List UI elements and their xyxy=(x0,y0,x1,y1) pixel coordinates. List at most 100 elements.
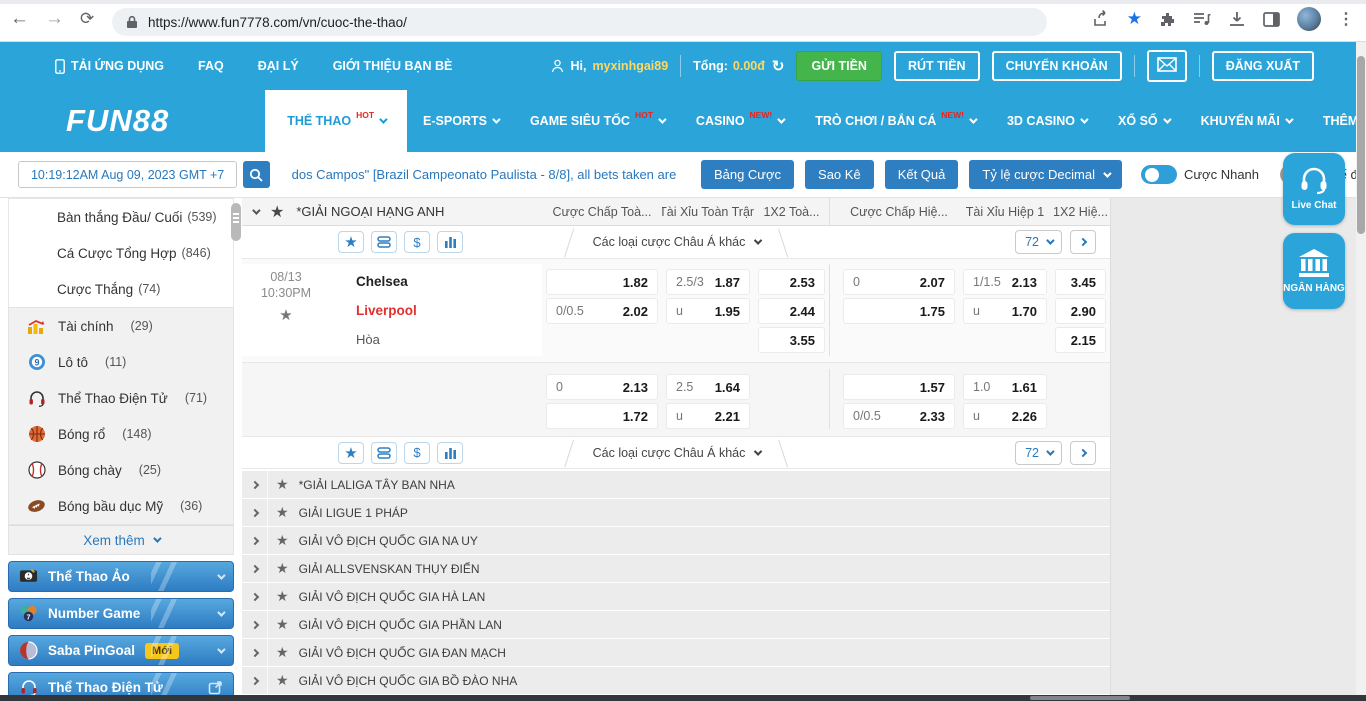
sidebar-scrollbar[interactable] xyxy=(231,203,241,241)
expand-chevron-icon[interactable] xyxy=(242,639,268,666)
odds-cell[interactable]: u2.26 xyxy=(963,403,1047,429)
bank-button[interactable]: NGÂN HÀNG xyxy=(1283,233,1345,309)
horizontal-scrollbar-thumb[interactable] xyxy=(1030,696,1130,700)
live-chat-button[interactable]: Live Chat xyxy=(1283,153,1345,225)
refer-friend-link[interactable]: GIỚI THIỆU BẠN BÈ xyxy=(333,59,453,73)
league-row[interactable]: ★ GIẢI ALLSVENSKAN THỤY ĐIỂN xyxy=(242,555,1110,582)
tab-esports[interactable]: E-SPORTS xyxy=(407,90,514,152)
faq-link[interactable]: FAQ xyxy=(198,59,224,73)
fun88-logo[interactable]: FUN88 xyxy=(66,103,169,139)
browser-back-icon[interactable]: ← xyxy=(10,8,29,30)
league-star-icon[interactable]: ★ xyxy=(276,560,289,577)
odds-cell[interactable]: 2.5/31.87 xyxy=(666,269,750,295)
tab-tro-choi-ban-ca[interactable]: TRÒ CHƠI / BẮN CÁNEW! xyxy=(799,90,991,152)
messages-button[interactable] xyxy=(1147,50,1187,82)
expand-chevron-icon[interactable] xyxy=(242,555,268,582)
sidebar-item-ban-thang-dau-cuoi[interactable]: Bàn thắng Đầu/ Cuối(539) xyxy=(9,199,233,235)
odds-cell[interactable]: u1.95 xyxy=(666,298,750,324)
tab-3d-casino[interactable]: 3D CASINO xyxy=(991,90,1102,152)
home-team[interactable]: Chelsea xyxy=(356,269,542,295)
favorite-star-icon[interactable]: ★ xyxy=(270,202,284,222)
quick-bet-toggle[interactable] xyxy=(1141,165,1177,184)
market-count-dropdown[interactable]: 72 xyxy=(1015,441,1062,465)
stake-view-button[interactable]: $ xyxy=(404,231,430,253)
odds-cell[interactable]: 2.15 xyxy=(1055,327,1106,353)
logout-button[interactable]: ĐĂNG XUẤT xyxy=(1212,51,1314,81)
odds-cell[interactable]: u1.70 xyxy=(963,298,1047,324)
odds-cell[interactable]: 1/1.52.13 xyxy=(963,269,1047,295)
favorites-filter-button[interactable]: ★ xyxy=(338,442,364,464)
browser-forward-icon[interactable]: → xyxy=(45,8,64,30)
agent-link[interactable]: ĐẠI LÝ xyxy=(258,59,299,73)
expand-chevron-icon[interactable] xyxy=(242,527,268,554)
odds-cell[interactable]: 0/0.52.33 xyxy=(843,403,955,429)
expand-chevron-icon[interactable] xyxy=(242,667,268,694)
market-count-dropdown[interactable]: 72 xyxy=(1015,230,1062,254)
league-row[interactable]: ★ GIẢI VÔ ĐỊCH QUỐC GIA HÀ LAN xyxy=(242,583,1110,610)
layers-view-button[interactable] xyxy=(371,442,397,464)
odds-cell[interactable]: 1.75 xyxy=(843,298,955,324)
tab-the-thao[interactable]: THỂ THAOHOT xyxy=(265,90,407,152)
sidebar-item-bong-chay[interactable]: Bóng chày(25) xyxy=(9,452,233,488)
promo-saba-pingoal[interactable]: Saba PinGoal Mới xyxy=(8,635,234,666)
sidebar-item-bong-bau-duc[interactable]: Bóng bầu dục Mỹ(36) xyxy=(9,488,233,524)
stats-button[interactable] xyxy=(437,231,463,253)
bookmark-star-icon[interactable]: ★ xyxy=(1127,9,1142,29)
asian-markets-dropdown[interactable]: Các loại cược Châu Á khác xyxy=(559,226,794,258)
download-app-link[interactable]: TẢI ỨNG DỤNG xyxy=(55,59,164,74)
tab-khuyen-mai[interactable]: KHUYẾN MÃI xyxy=(1185,90,1307,152)
odds-cell[interactable]: 02.07 xyxy=(843,269,955,295)
expand-chevron-icon[interactable] xyxy=(242,471,268,498)
playlist-icon[interactable] xyxy=(1193,11,1211,27)
browser-menu-icon[interactable]: ⋮ xyxy=(1338,9,1354,29)
league-star-icon[interactable]: ★ xyxy=(276,476,289,493)
odds-cell[interactable]: 3.55 xyxy=(758,327,825,353)
league-star-icon[interactable]: ★ xyxy=(276,504,289,521)
transfer-button[interactable]: CHUYỂN KHOẢN xyxy=(992,51,1122,81)
scrollbar-thumb[interactable] xyxy=(1357,56,1365,234)
odds-cell[interactable]: 1.57 xyxy=(843,374,955,400)
withdraw-button[interactable]: RÚT TIỀN xyxy=(894,51,980,81)
window-scrollbar[interactable] xyxy=(1356,42,1366,701)
league-row[interactable]: ★ *GIẢI LALIGA TÂY BAN NHA xyxy=(242,471,1110,498)
refresh-balance-icon[interactable]: ↻ xyxy=(772,57,785,75)
sidebar-item-tai-chinh[interactable]: Tài chính(29) xyxy=(9,308,233,344)
expand-chevron-icon[interactable] xyxy=(242,583,268,610)
odds-cell[interactable]: 02.13 xyxy=(546,374,658,400)
collapse-chevron-icon[interactable] xyxy=(252,206,260,214)
favorites-filter-button[interactable]: ★ xyxy=(338,231,364,253)
odds-cell[interactable]: 2.90 xyxy=(1055,298,1106,324)
league-star-icon[interactable]: ★ xyxy=(276,532,289,549)
statement-button[interactable]: Sao Kê xyxy=(805,160,874,189)
bet-slip-button[interactable]: Bảng Cược xyxy=(701,160,794,189)
asian-markets-dropdown[interactable]: Các loại cược Châu Á khác xyxy=(559,437,794,468)
layers-view-button[interactable] xyxy=(371,231,397,253)
tab-casino[interactable]: CASINONEW! xyxy=(680,90,799,152)
tab-xo-so[interactable]: XỔ SỐ xyxy=(1102,90,1185,152)
away-team[interactable]: Liverpool xyxy=(356,298,542,324)
profile-avatar[interactable] xyxy=(1297,7,1321,31)
browser-reload-icon[interactable]: ⟳ xyxy=(80,9,94,29)
next-page-button[interactable] xyxy=(1070,230,1096,254)
odds-cell[interactable]: 0/0.52.02 xyxy=(546,298,658,324)
odds-cell[interactable]: 1.72 xyxy=(546,403,658,429)
league-row[interactable]: ★ GIẢI VÔ ĐỊCH QUỐC GIA ĐAN MẠCH xyxy=(242,639,1110,666)
odds-cell[interactable]: 2.44 xyxy=(758,298,825,324)
league-star-icon[interactable]: ★ xyxy=(276,616,289,633)
address-bar[interactable]: https://www.fun7778.com/vn/cuoc-the-thao… xyxy=(112,8,1047,36)
league-star-icon[interactable]: ★ xyxy=(276,644,289,661)
odds-cell[interactable]: u2.21 xyxy=(666,403,750,429)
extensions-icon[interactable] xyxy=(1159,11,1176,28)
next-page-button[interactable] xyxy=(1070,441,1096,465)
odds-cell[interactable]: 1.01.61 xyxy=(963,374,1047,400)
sidebar-item-lo-to[interactable]: 9 Lô tô(11) xyxy=(9,344,233,380)
odds-cell[interactable]: 3.45 xyxy=(1055,269,1106,295)
deposit-button[interactable]: GỬI TIỀN xyxy=(796,51,882,81)
share-icon[interactable] xyxy=(1092,10,1110,28)
league-row[interactable]: ★ GIẢI LIGUE 1 PHÁP xyxy=(242,499,1110,526)
odds-cell[interactable]: 2.51.64 xyxy=(666,374,750,400)
tab-game-sieu-toc[interactable]: GAME SIÊU TỐCHOT xyxy=(514,90,680,152)
see-more-link[interactable]: Xem thêm xyxy=(8,525,234,555)
promo-number-game[interactable]: 7 Number Game xyxy=(8,598,234,629)
account-greeting[interactable]: Hi, myxinhgai89 xyxy=(551,59,668,73)
